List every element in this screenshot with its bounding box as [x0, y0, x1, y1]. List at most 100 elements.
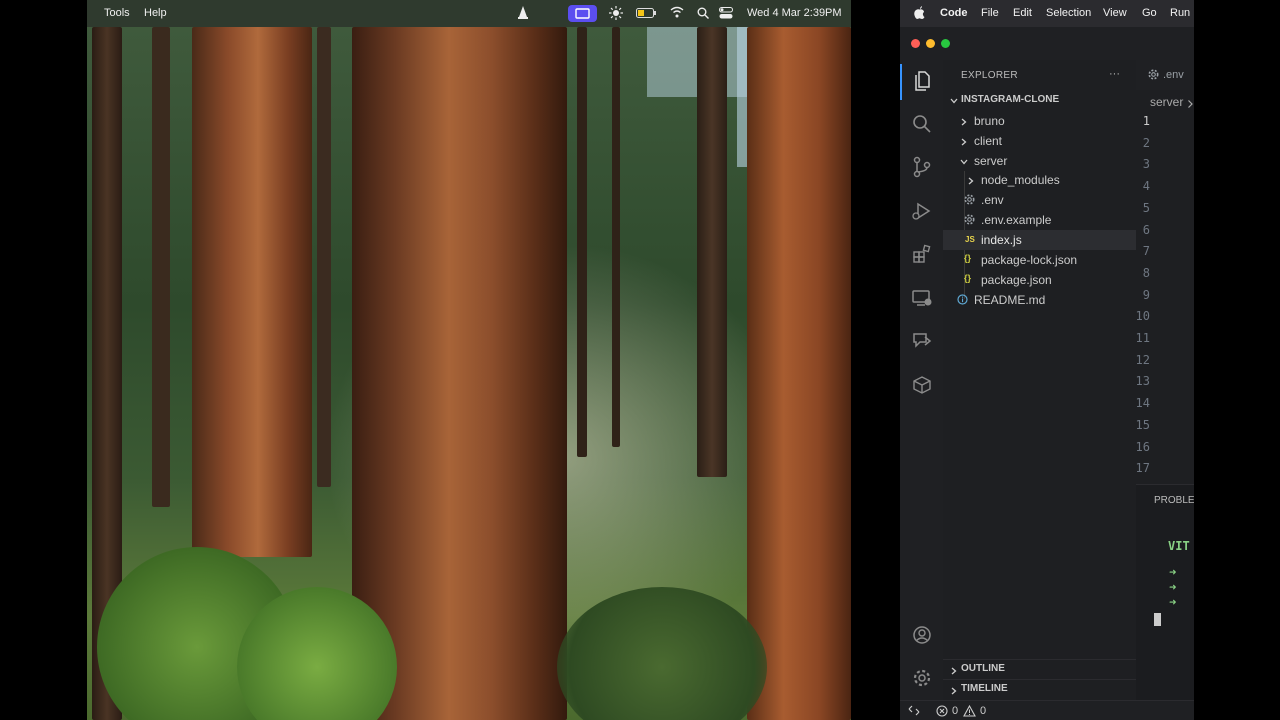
gear-icon	[1148, 69, 1159, 83]
tree-label: README.md	[974, 293, 1046, 307]
menu-run[interactable]: Run	[1170, 7, 1190, 19]
line-number: 4	[1142, 179, 1150, 194]
menu-go[interactable]: Go	[1142, 7, 1157, 19]
live-share-icon[interactable]	[911, 330, 933, 352]
cone-icon[interactable]	[517, 5, 529, 22]
activity-bar	[900, 60, 943, 700]
line-number: 14	[1135, 396, 1150, 411]
minimize-window-button[interactable]	[926, 39, 935, 48]
line-number: 9	[1142, 287, 1150, 302]
vscode-window: Code File Edit Selection View Go Run EXP…	[900, 0, 1194, 720]
menu-tools[interactable]: Tools	[104, 7, 130, 19]
chevron-down-icon	[959, 156, 969, 170]
terminal-cursor[interactable]	[1154, 613, 1161, 626]
line-number: 7	[1142, 244, 1150, 259]
chevron-right-icon	[949, 665, 959, 679]
left-desktop: Tools Help Wed 4 Mar 2:39PM	[87, 0, 851, 720]
warning-count[interactable]: 0	[980, 705, 986, 717]
tree-label: index.js	[981, 233, 1022, 247]
tree-folder-node-modules[interactable]: node_modules	[943, 170, 1136, 190]
explorer-title: EXPLORER	[961, 70, 1018, 81]
timeline-title: TIMELINE	[961, 683, 1008, 694]
warning-icon[interactable]	[963, 704, 976, 720]
chevron-down-icon	[949, 95, 959, 109]
search-icon[interactable]	[911, 113, 933, 135]
arrow-icon: ➜	[1169, 567, 1177, 577]
project-root-header[interactable]: INSTAGRAM-CLONE	[943, 91, 1136, 111]
more-actions-button[interactable]: ···	[1109, 68, 1120, 80]
tree-file-package-json[interactable]: {} package.json	[943, 270, 1136, 290]
brightness-icon[interactable]	[609, 6, 623, 23]
json-file-icon: {}	[964, 273, 972, 283]
wifi-icon[interactable]	[670, 6, 684, 21]
tree-folder-client[interactable]: client	[943, 131, 1136, 151]
terminal-output: VIT	[1168, 539, 1190, 553]
run-debug-icon[interactable]	[911, 200, 933, 222]
source-control-icon[interactable]	[911, 156, 933, 178]
explorer-icon[interactable]	[911, 70, 933, 92]
line-number: 15	[1135, 417, 1150, 432]
info-icon	[957, 294, 968, 308]
menu-view[interactable]: View	[1103, 7, 1127, 19]
chevron-right-icon	[966, 175, 976, 189]
menu-code[interactable]: Code	[940, 7, 968, 19]
forest-wallpaper	[87, 27, 851, 720]
gear-icon	[964, 194, 975, 208]
tree-label: node_modules	[981, 173, 1060, 187]
tree-file-index-js[interactable]: JS index.js	[943, 230, 1136, 250]
editor-area: .env server 1 2 3 4 5 6 7 8 9 10 11 12 13 14 15 16 17 PR…	[1136, 60, 1194, 700]
tree-file-env-example[interactable]: .env.example	[943, 210, 1136, 230]
extensions-icon[interactable]	[911, 243, 933, 265]
timeline-section-header[interactable]: TIMELINE	[943, 680, 1136, 700]
zoom-window-button[interactable]	[941, 39, 950, 48]
line-number: 13	[1135, 374, 1150, 389]
vscode-menu-bar: Code File Edit Selection View Go Run	[900, 0, 1194, 27]
outline-section-header[interactable]: OUTLINE	[943, 660, 1136, 680]
tree-label: .env	[981, 193, 1004, 207]
explorer-sidebar: EXPLORER ··· INSTAGRAM-CLONE bruno clien…	[943, 60, 1136, 700]
error-count[interactable]: 0	[952, 705, 958, 717]
line-number: 3	[1142, 157, 1150, 172]
battery-icon[interactable]	[636, 8, 656, 21]
menu-help[interactable]: Help	[144, 7, 167, 19]
tree-folder-server[interactable]: server	[943, 151, 1136, 171]
tree-label: bruno	[974, 114, 1005, 128]
search-icon[interactable]	[697, 7, 709, 22]
account-icon[interactable]	[911, 624, 933, 646]
arrow-icon: ➜	[1169, 582, 1177, 592]
line-number: 5	[1142, 200, 1150, 215]
project-name: INSTAGRAM-CLONE	[961, 94, 1060, 105]
status-bar: 0 0	[900, 700, 1194, 720]
menu-edit[interactable]: Edit	[1013, 7, 1032, 19]
containers-icon[interactable]	[911, 374, 933, 396]
tree-folder-bruno[interactable]: bruno	[943, 111, 1136, 131]
chevron-right-icon	[1187, 98, 1194, 112]
close-window-button[interactable]	[911, 39, 920, 48]
control-center-icon[interactable]	[719, 7, 733, 22]
tree-label: package.json	[981, 273, 1052, 287]
menu-bar-clock[interactable]: Wed 4 Mar 2:39PM	[747, 7, 842, 19]
error-icon[interactable]	[936, 705, 948, 720]
remote-explorer-icon[interactable]	[911, 287, 933, 309]
tree-file-env[interactable]: .env	[943, 190, 1136, 210]
remote-indicator-icon[interactable]	[908, 705, 920, 719]
line-number: 6	[1142, 222, 1150, 237]
screen-share-icon[interactable]	[568, 5, 597, 22]
settings-gear-icon[interactable]	[911, 667, 933, 689]
json-file-icon: {}	[964, 253, 972, 263]
panel-tab-problems[interactable]: PROBLE	[1154, 495, 1194, 506]
tree-label: .env.example	[981, 213, 1052, 227]
line-number: 2	[1142, 135, 1150, 150]
line-number: 8	[1142, 265, 1150, 280]
menu-file[interactable]: File	[981, 7, 999, 19]
tree-file-package-lock-json[interactable]: {} package-lock.json	[943, 250, 1136, 270]
tree-file-readme-md[interactable]: README.md	[943, 290, 1136, 310]
line-number: 11	[1135, 331, 1150, 345]
line-number: 10	[1135, 309, 1150, 324]
breadcrumb[interactable]: server	[1150, 95, 1183, 109]
editor-tab-env[interactable]: .env	[1163, 69, 1184, 81]
active-indicator	[900, 64, 902, 100]
menu-selection[interactable]: Selection	[1046, 7, 1091, 19]
chevron-right-icon	[959, 116, 969, 130]
apple-icon[interactable]	[914, 6, 925, 22]
